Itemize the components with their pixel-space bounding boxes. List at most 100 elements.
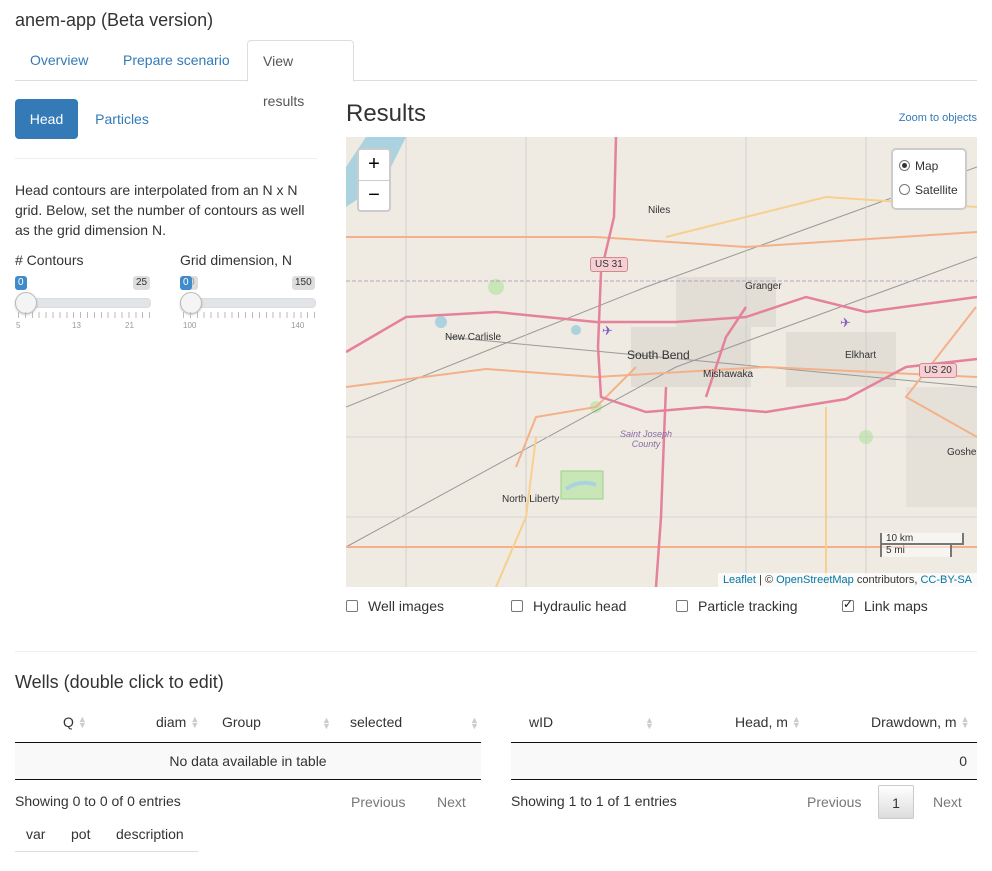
right-previous-button[interactable]: Previous bbox=[807, 794, 861, 810]
head-pill[interactable]: Head bbox=[15, 99, 78, 139]
checkbox-label: Particle tracking bbox=[698, 598, 798, 614]
section-divider bbox=[15, 651, 977, 652]
map-label-county: Saint Joseph County bbox=[619, 429, 673, 449]
empty-table-row: No data available in table bbox=[15, 743, 481, 779]
map-label-granger: Granger bbox=[745, 281, 782, 292]
shield-us20: US 20 bbox=[919, 363, 957, 378]
column-header-wid[interactable]: wID bbox=[529, 712, 553, 742]
page-1-button[interactable]: 1 bbox=[878, 785, 914, 819]
right-table-info: Showing 1 to 1 of 1 entries bbox=[511, 793, 677, 809]
main-tabs: Overview Prepare scenario View results bbox=[15, 40, 977, 109]
checkbox-well-images[interactable]: Well images bbox=[346, 598, 444, 614]
grid-ticks bbox=[183, 312, 315, 318]
attribution-contrib: contributors, bbox=[856, 574, 918, 586]
zoom-out-button[interactable]: − bbox=[359, 181, 389, 211]
grid-tick-label: 140 bbox=[291, 321, 305, 330]
osm-link[interactable]: OpenStreetMap bbox=[776, 574, 854, 586]
column-header-description[interactable]: description bbox=[116, 826, 184, 842]
params-header-rule bbox=[15, 851, 198, 852]
contours-tick-label: 5 bbox=[16, 321, 21, 330]
column-header-selected[interactable]: selected bbox=[350, 712, 402, 742]
zoom-to-objects-link[interactable]: Zoom to objects bbox=[870, 112, 977, 124]
map-label-goshen: Goshe bbox=[947, 447, 977, 458]
tab-overview[interactable]: Overview bbox=[15, 40, 103, 80]
wells-title: Wells (double click to edit) bbox=[15, 672, 224, 692]
sort-icon: ▲ ▼ bbox=[77, 714, 87, 730]
table-footer-rule bbox=[511, 779, 977, 780]
grid-dimension-label: Grid dimension, N bbox=[180, 252, 293, 268]
sort-icon: ▲ ▼ bbox=[322, 715, 331, 731]
layer-label: Map bbox=[915, 159, 939, 173]
checkbox-label: Hydraulic head bbox=[533, 598, 627, 614]
checkbox-label: Well images bbox=[368, 598, 444, 614]
column-header-label: diam bbox=[156, 714, 187, 730]
layer-label: Satellite bbox=[915, 183, 958, 197]
results-title: Results bbox=[346, 100, 427, 127]
checkbox-link-maps[interactable]: Link maps bbox=[842, 597, 928, 614]
layer-option-map[interactable]: Map bbox=[899, 158, 938, 174]
column-header-label: Group bbox=[222, 714, 261, 730]
svg-text:✈: ✈ bbox=[840, 316, 851, 331]
contours-tick-label: 21 bbox=[125, 321, 134, 330]
scale-km: 10 km bbox=[880, 533, 964, 545]
checkbox-hydraulic-head[interactable]: Hydraulic head bbox=[511, 598, 626, 614]
sort-icon: ▲ ▼ bbox=[190, 714, 200, 730]
right-next-button[interactable]: Next bbox=[933, 794, 962, 810]
head-description: Head contours are interpolated from an N… bbox=[15, 182, 305, 238]
tab-view-results[interactable]: View results bbox=[247, 40, 354, 109]
grid-tick-label: 100 bbox=[183, 321, 197, 330]
column-header-label: selected bbox=[350, 714, 403, 730]
map-label-south-bend: South Bend bbox=[627, 348, 690, 362]
license-link[interactable]: CC-BY-SA bbox=[920, 574, 972, 586]
map-label-new-carlisle: New Carlisle bbox=[445, 332, 502, 343]
attribution-sep: | © bbox=[759, 574, 774, 586]
radio-icon[interactable] bbox=[899, 160, 910, 171]
column-header-label: Head, m bbox=[735, 714, 788, 730]
drawdown-cell: 0 bbox=[959, 753, 967, 769]
layer-option-satellite[interactable]: Satellite bbox=[899, 182, 958, 198]
grid-slider-handle[interactable] bbox=[180, 292, 202, 314]
layer-control: Map Satellite bbox=[891, 148, 967, 210]
table-footer-rule bbox=[15, 779, 481, 780]
column-header-pot[interactable]: pot bbox=[71, 826, 90, 842]
checkbox-particle-tracking[interactable]: Particle tracking bbox=[676, 598, 798, 614]
checkbox-label: Link maps bbox=[864, 598, 928, 614]
leaflet-link[interactable]: Leaflet bbox=[723, 574, 756, 586]
app-title: anem-app (Beta version) bbox=[15, 10, 214, 30]
left-previous-button[interactable]: Previous bbox=[351, 794, 405, 810]
contours-slider-handle[interactable] bbox=[15, 292, 37, 314]
column-header-head[interactable]: Head, m ▲ ▼ bbox=[735, 712, 801, 742]
map-view[interactable]: ✈ ✈ Niles Granger New Carlisle South Ben… bbox=[346, 137, 977, 587]
column-header-group[interactable]: Group bbox=[222, 712, 261, 742]
sort-icon: ▲ ▼ bbox=[960, 714, 970, 730]
grid-value-badge: 0 bbox=[180, 276, 192, 290]
checkbox-icon[interactable] bbox=[676, 600, 688, 612]
radio-icon[interactable] bbox=[899, 184, 910, 195]
tab-prepare-scenario[interactable]: Prepare scenario bbox=[108, 40, 245, 80]
map-label-niles: Niles bbox=[648, 205, 671, 216]
zoom-control: + − bbox=[357, 148, 391, 212]
table-row[interactable]: 0 bbox=[511, 743, 977, 779]
column-header-label: Q bbox=[63, 714, 74, 730]
grid-max-badge: 150 bbox=[292, 276, 315, 290]
column-header-var[interactable]: var bbox=[26, 826, 45, 842]
sort-icon: ▲ ▼ bbox=[645, 715, 654, 731]
shield-us31: US 31 bbox=[590, 257, 628, 272]
checkbox-icon[interactable] bbox=[511, 600, 523, 612]
contours-max-badge: 25 bbox=[133, 276, 151, 290]
map-label-north-liberty: North Liberty bbox=[502, 494, 560, 505]
contours-tick-label: 13 bbox=[72, 321, 81, 330]
map-attribution: Leaflet | © OpenStreetMap contributors, … bbox=[717, 573, 977, 587]
left-table-info: Showing 0 to 0 of 0 entries bbox=[15, 793, 181, 809]
sort-icon: ▲ ▼ bbox=[470, 715, 479, 731]
column-header-q[interactable]: Q ▲ ▼ bbox=[63, 712, 87, 742]
particles-pill[interactable]: Particles bbox=[82, 99, 162, 139]
checkbox-icon[interactable] bbox=[842, 597, 854, 612]
svg-text:✈: ✈ bbox=[602, 324, 613, 339]
checkbox-icon[interactable] bbox=[346, 600, 358, 612]
zoom-in-button[interactable]: + bbox=[359, 150, 389, 181]
column-header-diam[interactable]: diam ▲ ▼ bbox=[156, 712, 200, 742]
column-header-drawdown[interactable]: Drawdown, m ▲ ▼ bbox=[871, 712, 970, 742]
left-next-button[interactable]: Next bbox=[437, 794, 466, 810]
contours-ticks bbox=[18, 312, 150, 318]
